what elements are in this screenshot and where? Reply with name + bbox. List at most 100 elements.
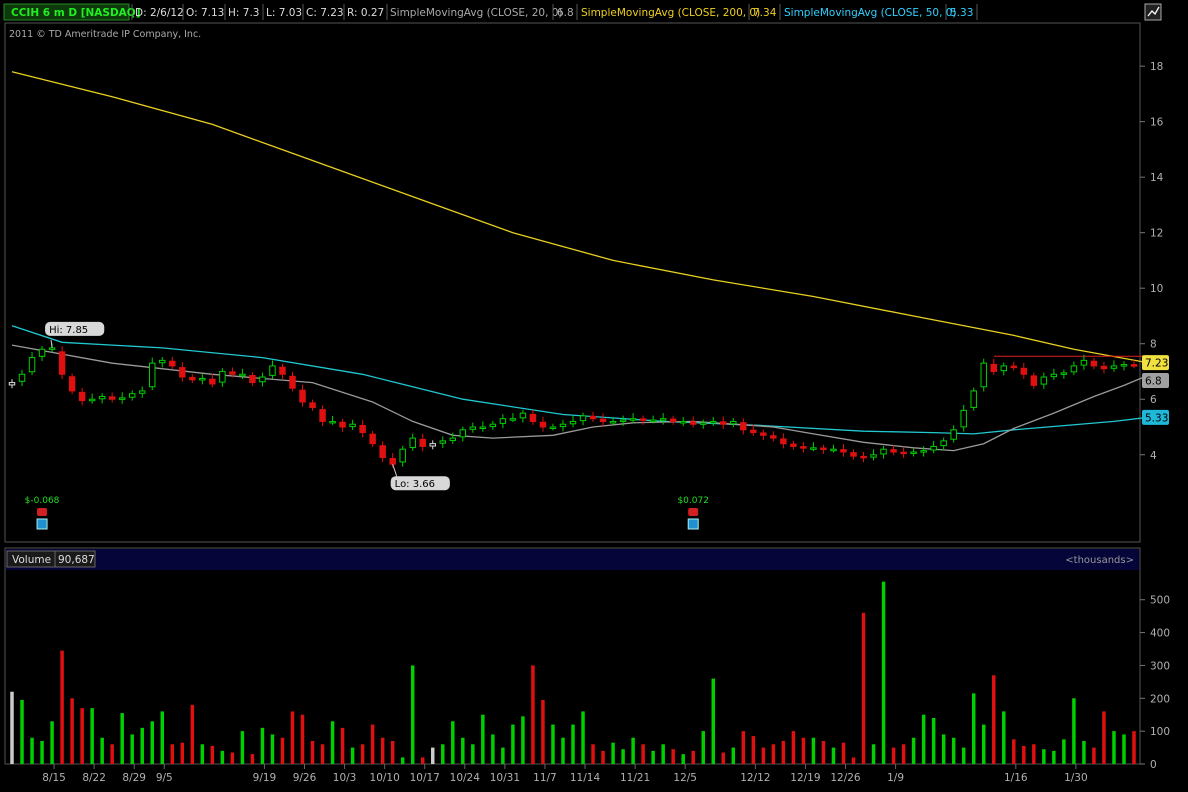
candle [589,411,597,423]
sma50-line [11,325,1145,435]
earnings-dollar-icon[interactable] [687,518,699,530]
volume-bar [30,737,34,764]
volume-bar [40,741,44,764]
candle-body [149,362,156,388]
candle [259,372,266,387]
candle-body [369,433,376,445]
date-tick-label: 12/5 [673,772,697,784]
candle-body [269,365,276,376]
sma50-value: 5.33 [950,7,973,19]
candle [669,415,677,425]
candle-body [970,390,977,408]
candle [128,390,136,401]
candle [269,360,276,379]
candle [459,426,467,442]
price-label: 5.33 [1145,412,1168,424]
candle [58,346,66,379]
candle-body [1040,376,1048,385]
annotation-leader [392,464,398,477]
volume-value: 90,687 [58,554,95,566]
volume-bar [461,737,465,764]
volume-bar [801,737,806,764]
candle [359,419,366,438]
volume-bar [50,721,54,764]
candle-body [669,418,677,422]
date-tick-label: 9/19 [253,772,277,784]
candle [1080,354,1088,370]
candle-body [249,375,256,384]
candle [1010,361,1018,371]
candle [960,404,967,432]
volume-bar [491,734,495,764]
sma20-label[interactable]: SimpleMovingAvg (CLOSE, 20, 0) [390,7,563,19]
volume-bar [330,721,335,764]
volume-plot [10,581,1136,764]
candle-body [1100,365,1108,370]
earnings-dollar-icon[interactable] [36,518,48,530]
candle-body [920,450,927,453]
volume-label[interactable]: Volume [12,554,51,566]
volume-bar [981,724,986,764]
candle-body [850,452,857,457]
candle-body [890,449,897,453]
volume-bar [741,731,746,764]
volume-bar [561,737,565,764]
candle-body [980,362,987,388]
candle-body [579,415,587,422]
price-tick-label: 16 [1150,117,1164,129]
volume-bar [1082,741,1086,764]
volume-bar [451,721,455,764]
price-tick-label: 4 [1150,450,1157,462]
candle-body [689,421,697,425]
candle-body [489,423,497,428]
volume-bar [1122,734,1126,764]
volume-bar [811,737,816,764]
candle [890,445,897,456]
symbol-badge-text[interactable]: CCIH 6 m D [NASDAQ] [11,7,141,19]
candle-body [960,409,967,428]
candle [920,446,927,457]
candle [549,423,557,431]
candle-body [509,418,517,421]
earnings-phone-icon[interactable] [688,508,699,516]
candle [599,413,607,427]
volume-bar [521,716,525,764]
date-tick-label: 9/5 [156,772,173,784]
candle [1130,360,1138,369]
earnings-phone-icon[interactable] [37,508,48,516]
price-panel-frame [4,22,1141,543]
candle [118,392,126,404]
sma200-label[interactable]: SimpleMovingAvg (CLOSE, 200, 0) [581,7,760,19]
sma200-value: 7.34 [753,7,777,19]
candle [189,374,196,384]
copyright-text: 2011 © TD Ameritrade IP Company, Inc. [9,29,201,40]
volume-bar [871,744,876,764]
candle-body [940,440,947,447]
volume-bar [881,581,886,764]
volume-bar [260,727,265,764]
candle [800,442,807,453]
volume-bar [270,734,275,764]
sma50-label[interactable]: SimpleMovingAvg (CLOSE, 50, 0) [784,7,957,19]
candle [349,419,356,430]
volume-bar [621,749,625,764]
candle-body [299,389,306,403]
candle-body [429,443,436,447]
volume-tick-label: 400 [1150,628,1170,640]
volume-tick-label: 200 [1150,693,1170,705]
candle [639,415,647,425]
date-tick-label: 12/12 [740,772,770,784]
volume-bar [731,747,736,764]
candle-body [389,458,396,465]
candle [900,446,907,459]
price-label: 6.8 [1145,376,1162,388]
candle [810,442,817,452]
range-readout: R: 0.27 [347,7,384,19]
chart-settings-icon[interactable] [1144,3,1162,21]
volume-bar [971,693,976,764]
candle-body [449,437,457,441]
volume-bar [240,731,245,764]
candle-body [1000,365,1007,372]
volume-bar [681,754,685,764]
date-tick-label: 10/24 [450,772,481,784]
